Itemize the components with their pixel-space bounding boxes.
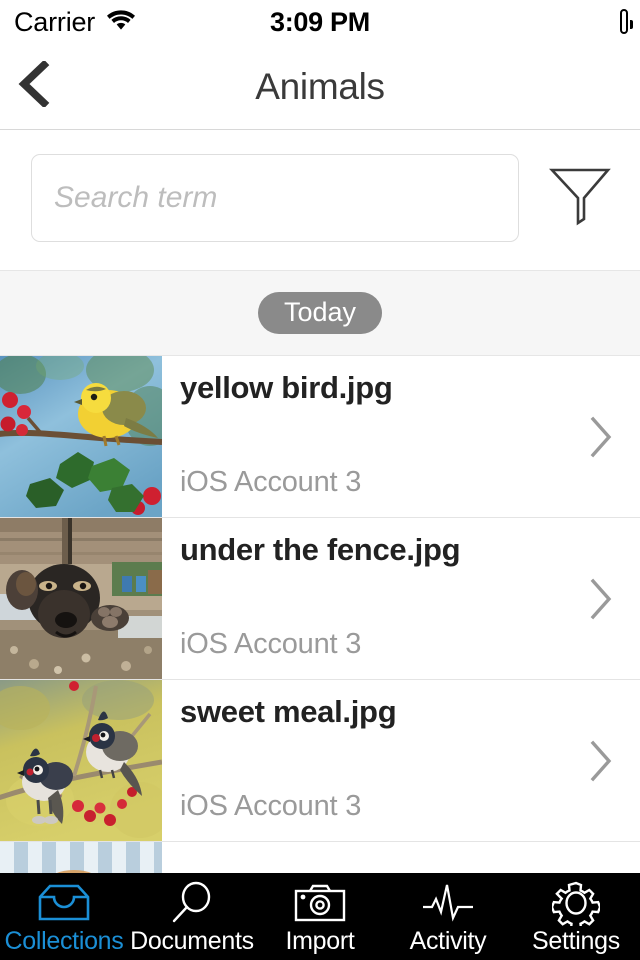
chevron-right-icon[interactable]: [584, 414, 618, 460]
status-bar-time: 3:09 PM: [270, 6, 370, 37]
filter-button[interactable]: [530, 154, 630, 242]
tab-label: Documents: [130, 927, 254, 955]
file-name: yellow bird.jpg: [180, 370, 393, 405]
tab-activity[interactable]: Activity: [384, 873, 512, 960]
status-bar-right: [620, 9, 633, 34]
chevron-right-icon[interactable]: [584, 738, 618, 784]
tab-collections[interactable]: Collections: [0, 873, 128, 960]
dog-under-fence-thumbnail: [0, 518, 162, 679]
tab-documents[interactable]: Documents: [128, 873, 256, 960]
camera-icon: [294, 880, 346, 926]
tab-label: Collections: [4, 927, 124, 955]
chevron-right-icon[interactable]: [584, 576, 618, 622]
account-name: iOS Account 3: [180, 628, 362, 660]
gear-icon: [552, 880, 600, 926]
account-name: iOS Account 3: [180, 790, 362, 822]
app-screen: Carrier 3:09 PM Animals Search term Toda…: [0, 0, 640, 960]
row-content: sweet meal.jpg iOS Account 3: [180, 680, 570, 841]
table-row[interactable]: yellow bird.jpg iOS Account 3: [0, 356, 640, 518]
table-row[interactable]: under the fence.jpg iOS Account 3: [0, 518, 640, 680]
tab-bar: Collections Documents Import Activity Se…: [0, 873, 640, 960]
pulse-wave-icon: [422, 880, 474, 926]
account-name: iOS Account 3: [180, 466, 362, 498]
tab-import[interactable]: Import: [256, 873, 384, 960]
file-list[interactable]: yellow bird.jpg iOS Account 3 under the …: [0, 356, 640, 880]
tab-settings[interactable]: Settings: [512, 873, 640, 960]
navigation-bar: Animals: [0, 44, 640, 130]
magnifier-icon: [169, 880, 215, 926]
yellow-bird-thumbnail: [0, 356, 162, 517]
tab-label: Activity: [409, 927, 487, 955]
row-content: yellow bird.jpg iOS Account 3: [180, 356, 570, 517]
tab-label: Import: [285, 927, 355, 955]
search-input[interactable]: [31, 154, 519, 242]
file-name: sweet meal.jpg: [180, 694, 397, 729]
tab-label: Settings: [532, 927, 620, 955]
section-date-badge: Today: [257, 291, 383, 335]
status-bar: Carrier 3:09 PM: [0, 0, 640, 44]
row-content: under the fence.jpg iOS Account 3: [180, 518, 570, 679]
funnel-filter-icon: [548, 165, 612, 232]
two-birds-thumbnail: [0, 680, 162, 841]
section-header-today: Today: [0, 270, 640, 356]
file-name: under the fence.jpg: [180, 532, 461, 567]
page-title: Animals: [255, 65, 385, 107]
search-bar: [0, 130, 640, 270]
inbox-tray-icon: [36, 880, 92, 926]
battery-full-icon: [620, 9, 633, 34]
table-row[interactable]: sweet meal.jpg iOS Account 3: [0, 680, 640, 842]
